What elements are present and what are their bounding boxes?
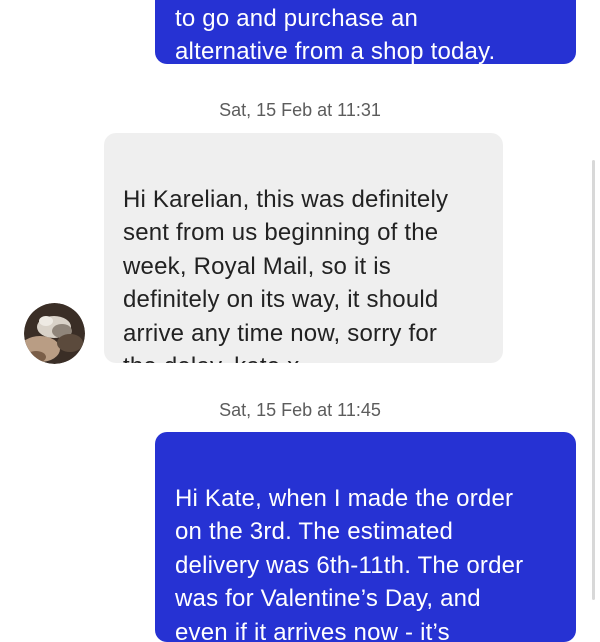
message-timestamp: Sat, 15 Feb at 11:45	[170, 400, 430, 421]
message-text: Hi Kate, when I made the order on the 3r…	[175, 485, 523, 642]
message-thread: to go and purchase an alternative from a…	[0, 0, 600, 600]
message-bubble-outgoing: Hi Kate, when I made the order on the 3r…	[155, 432, 576, 642]
message-bubble-incoming: Hi Karelian, this was definitely sent fr…	[104, 133, 503, 363]
avatar-photo-icon	[24, 303, 85, 364]
scrollbar[interactable]	[592, 160, 595, 600]
message-text: to go and purchase an alternative from a…	[175, 5, 495, 65]
message-timestamp: Sat, 15 Feb at 11:31	[170, 100, 430, 121]
message-bubble-outgoing: to go and purchase an alternative from a…	[155, 0, 576, 64]
seller-avatar[interactable]	[24, 303, 85, 364]
message-text: Hi Karelian, this was definitely sent fr…	[123, 186, 448, 364]
